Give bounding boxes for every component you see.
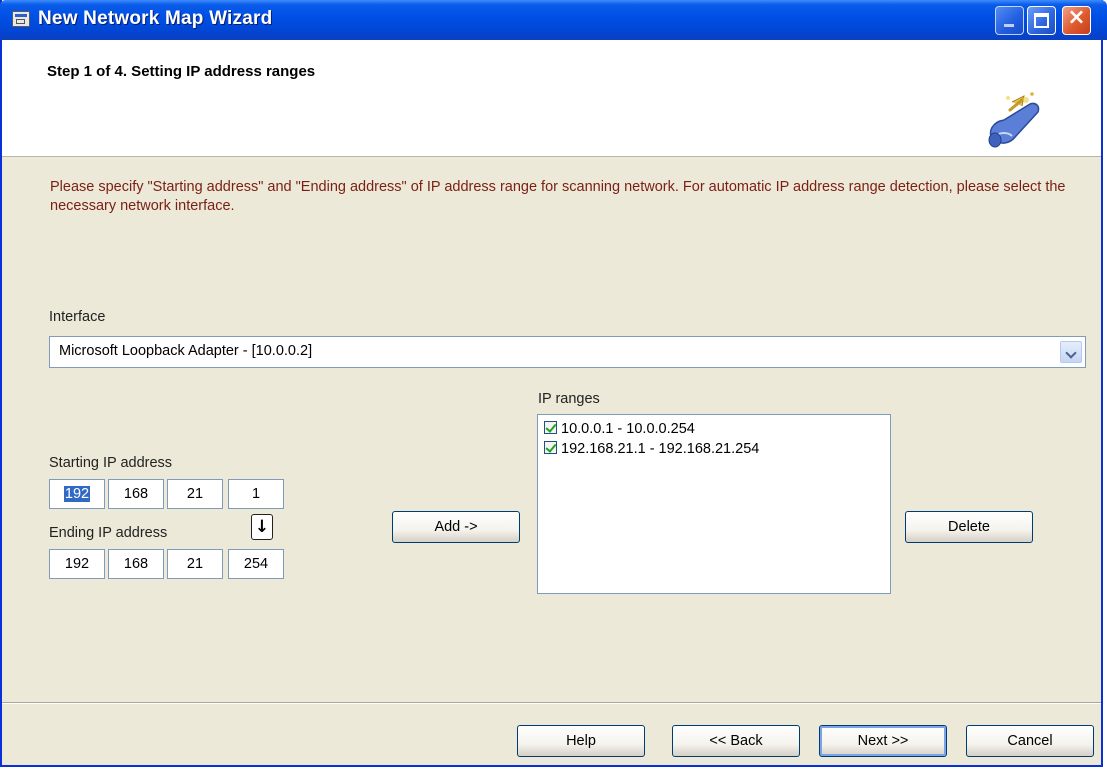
starting-ip-label: Starting IP address bbox=[49, 455, 173, 471]
ending-ip-octet-4[interactable]: 254 bbox=[228, 549, 284, 579]
checkbox-checked-icon[interactable] bbox=[544, 421, 557, 434]
starting-ip-octet-4[interactable]: 1 bbox=[228, 479, 284, 509]
ending-ip-octet-1[interactable]: 192 bbox=[49, 549, 105, 579]
ending-ip-octet-2[interactable]: 168 bbox=[108, 549, 164, 579]
back-button[interactable]: << Back bbox=[672, 725, 800, 757]
add-range-button[interactable]: Add -> bbox=[392, 511, 520, 543]
maximize-button[interactable] bbox=[1027, 6, 1056, 35]
wizard-scroll-icon bbox=[988, 92, 1040, 148]
window-app-icon bbox=[12, 11, 30, 27]
ip-ranges-label: IP ranges bbox=[538, 391, 600, 407]
range-text: 10.0.0.1 - 10.0.0.254 bbox=[561, 421, 695, 437]
list-item[interactable]: 10.0.0.1 - 10.0.0.254 bbox=[544, 420, 695, 438]
checkbox-checked-icon[interactable] bbox=[544, 441, 557, 454]
starting-ip-octet-3[interactable]: 21 bbox=[167, 479, 223, 509]
delete-range-button[interactable]: Delete bbox=[905, 511, 1033, 543]
list-item[interactable]: 192.168.21.1 - 192.168.21.254 bbox=[544, 440, 759, 458]
range-text: 192.168.21.1 - 192.168.21.254 bbox=[561, 441, 760, 457]
starting-ip-octet-2[interactable]: 168 bbox=[108, 479, 164, 509]
footer-divider bbox=[2, 702, 1101, 704]
arrow-down-icon[interactable]: ↓ bbox=[251, 514, 273, 540]
starting-ip-octet-1[interactable]: 192 bbox=[49, 479, 105, 509]
instructions-text: Please specify "Starting address" and "E… bbox=[50, 179, 1066, 214]
cancel-button[interactable]: Cancel bbox=[966, 725, 1094, 757]
title-bar[interactable]: New Network Map Wizard × bbox=[0, 0, 1107, 40]
help-button[interactable]: Help bbox=[517, 725, 645, 757]
close-icon: × bbox=[1067, 5, 1086, 30]
next-button[interactable]: Next >> bbox=[819, 725, 947, 757]
close-button[interactable]: × bbox=[1062, 5, 1091, 35]
interface-selected-value: Microsoft Loopback Adapter - [10.0.0.2] bbox=[59, 343, 313, 359]
interface-dropdown[interactable]: Microsoft Loopback Adapter - [10.0.0.2] bbox=[49, 336, 1086, 368]
step-title: Step 1 of 4. Setting IP address ranges bbox=[47, 63, 316, 80]
chevron-down-icon[interactable] bbox=[1060, 341, 1082, 363]
ip-ranges-list[interactable]: 10.0.0.1 - 10.0.0.254 192.168.21.1 - 192… bbox=[537, 414, 891, 594]
ending-ip-octet-3[interactable]: 21 bbox=[167, 549, 223, 579]
ending-ip-label: Ending IP address bbox=[49, 525, 168, 541]
wizard-header: Step 1 of 4. Setting IP address ranges bbox=[2, 40, 1101, 157]
window-title: New Network Map Wizard bbox=[38, 8, 273, 29]
minimize-button[interactable] bbox=[995, 6, 1024, 35]
interface-label: Interface bbox=[49, 309, 106, 325]
